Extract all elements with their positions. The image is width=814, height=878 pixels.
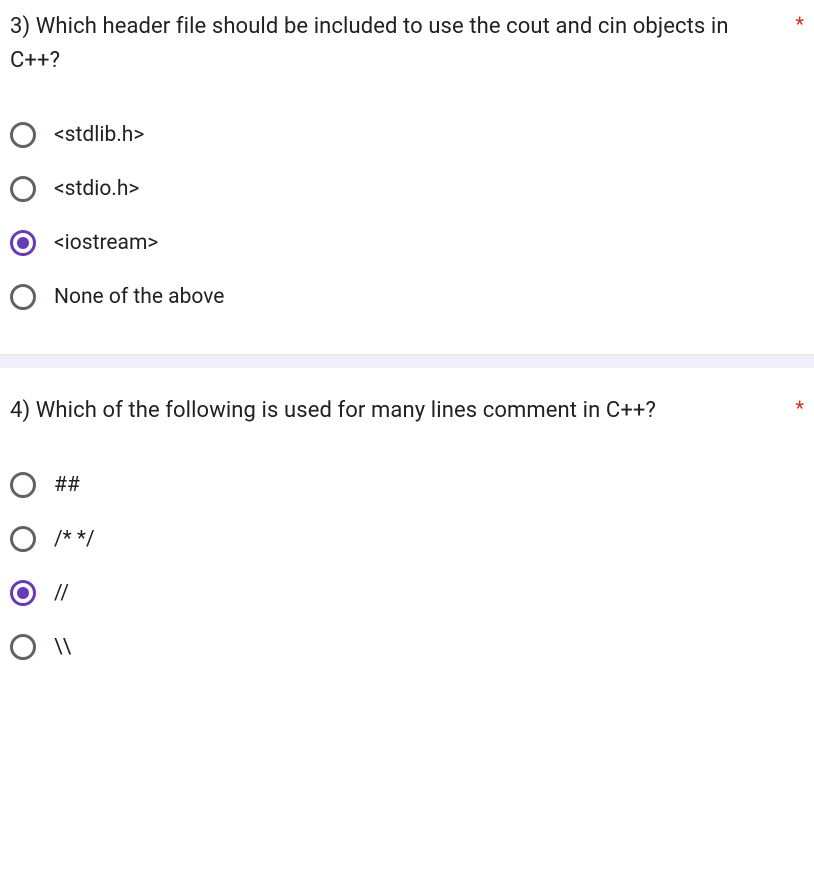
question-4-body: Which of the following is used for many … — [36, 398, 656, 423]
option-label: ## — [54, 473, 80, 497]
option-stdlib[interactable]: <stdlib.h> — [10, 108, 804, 162]
radio-icon[interactable] — [10, 580, 36, 606]
option-label: <stdio.h> — [54, 177, 139, 201]
option-label: <iostream> — [54, 231, 158, 255]
required-star-icon: * — [795, 396, 804, 420]
radio-icon[interactable] — [10, 526, 36, 552]
question-4-number: 4) — [10, 398, 30, 423]
question-divider — [0, 354, 814, 368]
radio-icon[interactable] — [10, 284, 36, 310]
option-label: \\ — [54, 635, 71, 659]
option-line-comment[interactable]: // — [10, 566, 804, 620]
question-3-body: Which header file should be included to … — [10, 14, 729, 73]
radio-icon[interactable] — [10, 472, 36, 498]
option-backslash[interactable]: \\ — [10, 620, 804, 674]
option-iostream[interactable]: <iostream> — [10, 216, 804, 270]
question-4-block: 4) Which of the following is used for ma… — [0, 368, 814, 704]
option-block-comment[interactable]: /* */ — [10, 512, 804, 566]
radio-icon[interactable] — [10, 230, 36, 256]
option-label: // — [54, 581, 69, 605]
option-label: <stdlib.h> — [54, 123, 144, 147]
radio-icon[interactable] — [10, 122, 36, 148]
question-3-header: 3) Which header file should be included … — [10, 10, 804, 78]
radio-icon[interactable] — [10, 634, 36, 660]
question-3-options: <stdlib.h> <stdio.h> <iostream> None of … — [10, 108, 804, 324]
option-none[interactable]: None of the above — [10, 270, 804, 324]
question-3-text: 3) Which header file should be included … — [10, 10, 777, 78]
option-hash[interactable]: ## — [10, 458, 804, 512]
option-label: None of the above — [54, 285, 224, 309]
option-label: /* */ — [54, 527, 95, 551]
question-4-header: 4) Which of the following is used for ma… — [10, 394, 804, 428]
question-4-text: 4) Which of the following is used for ma… — [10, 394, 777, 428]
question-4-options: ## /* */ // \\ — [10, 458, 804, 674]
radio-icon[interactable] — [10, 176, 36, 202]
question-3-number: 3) — [10, 14, 30, 39]
required-star-icon: * — [795, 12, 804, 36]
question-3-block: 3) Which header file should be included … — [0, 0, 814, 354]
option-stdio[interactable]: <stdio.h> — [10, 162, 804, 216]
